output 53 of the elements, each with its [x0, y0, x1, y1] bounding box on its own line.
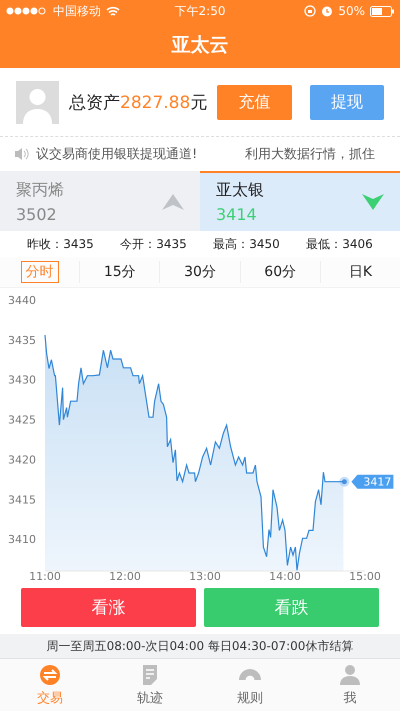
avatar-icon	[16, 80, 59, 124]
nav-tab[interactable]: 规则	[200, 659, 300, 711]
clock-time: 下午2:50	[174, 2, 226, 20]
product-price: 3414	[216, 205, 258, 224]
annotation: 3417	[363, 476, 392, 489]
period-tab[interactable]: 15分	[98, 261, 141, 283]
trading-hours: 周一至周五08:00-次日04:00 每日04:30-07:00休市结算	[0, 634, 400, 658]
x-axis-label: 15:00	[349, 570, 381, 583]
buy-rise-button[interactable]: 看涨	[21, 588, 196, 627]
product-name: 亚太银	[216, 180, 265, 201]
period-tab[interactable]: 30分	[179, 261, 221, 283]
battery-icon	[370, 6, 394, 16]
total-assets: 总资产2827.88元	[69, 92, 208, 114]
ticker-message: 利用大数据行情，抓住	[245, 146, 376, 163]
product-name: 聚丙烯	[16, 180, 65, 201]
period-tab[interactable]: 日K	[344, 261, 377, 283]
nav-tab[interactable]: 我	[300, 659, 400, 711]
x-axis-label: 13:00	[189, 570, 221, 583]
x-axis-label: 12:00	[109, 570, 141, 583]
product-tab[interactable]: 亚太银 3414	[200, 171, 400, 231]
y-axis-label: 3435	[8, 334, 36, 347]
battery-percent: 50%	[338, 4, 366, 18]
signal-icon	[6, 7, 48, 15]
price-tag: 3417	[351, 474, 394, 489]
y-axis-label: 3420	[8, 453, 36, 466]
x-axis-label: 14:00	[269, 570, 301, 583]
nav-tab[interactable]: 轨迹	[100, 659, 200, 711]
wifi-icon	[106, 6, 120, 16]
person-icon	[339, 664, 361, 686]
price-stat: 最低：3406	[306, 236, 373, 252]
product-price: 3502	[16, 205, 58, 224]
speaker-icon	[14, 147, 30, 161]
down-arrow-icon	[362, 194, 384, 210]
y-axis-label: 3430	[8, 374, 36, 387]
y-axis-label: 3425	[8, 414, 36, 427]
price-stat: 昨收：3435	[27, 236, 94, 252]
price-stat: 今开：3435	[120, 236, 187, 252]
y-axis-label: 3415	[8, 493, 36, 506]
app-title: 亚太云	[170, 33, 230, 58]
carrier-name: 中国移动	[53, 2, 101, 20]
up-arrow-icon	[162, 194, 184, 210]
ticker-message: 议交易商使用银联提现通道!	[36, 146, 198, 163]
last-price-dot	[339, 476, 350, 487]
exchange-icon	[39, 664, 61, 686]
period-tab[interactable]: 60分	[259, 261, 302, 283]
protractor-icon	[239, 668, 261, 680]
alarm-icon	[321, 5, 334, 17]
y-axis-label: 3440	[8, 294, 36, 307]
price-stat: 最高：3450	[213, 236, 280, 252]
x-axis-label: 11:00	[29, 570, 61, 583]
product-tab[interactable]: 聚丙烯 3502	[0, 171, 200, 231]
rotation-lock-icon	[304, 5, 316, 17]
y-axis-label: 3410	[8, 533, 36, 546]
